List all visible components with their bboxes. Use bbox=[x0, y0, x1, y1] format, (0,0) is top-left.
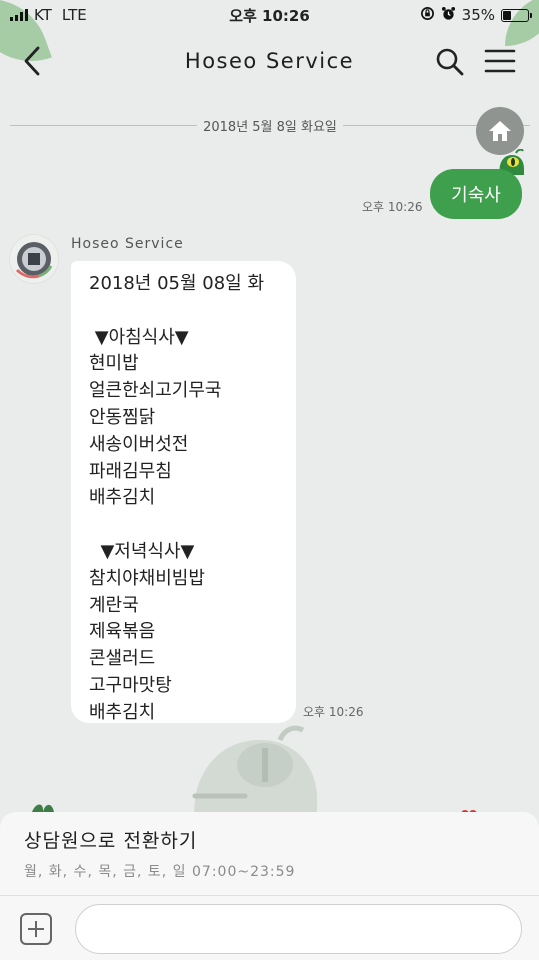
home-button[interactable] bbox=[476, 107, 524, 155]
home-icon bbox=[489, 121, 511, 141]
bubble-line: 현미밥 bbox=[89, 353, 139, 375]
bot-avatar[interactable] bbox=[9, 234, 59, 284]
date-divider-label: 2018년 5월 8일 화요일 bbox=[203, 119, 337, 135]
search-button[interactable] bbox=[434, 46, 466, 78]
add-attachment-button[interactable] bbox=[20, 913, 52, 945]
message-input-bar bbox=[0, 895, 539, 960]
alarm-icon bbox=[441, 6, 456, 25]
status-left: KT LTE bbox=[10, 6, 87, 24]
my-message-time: 오후 10:26 bbox=[362, 200, 423, 214]
message-input[interactable] bbox=[75, 904, 522, 954]
bubble-line bbox=[89, 512, 278, 539]
bot-message-bubble: 2018년 05월 08일 화 ▼아침식사▼ 현미밥 얼큰한쇠고기무국 안동찜닭… bbox=[71, 261, 296, 723]
divider-line bbox=[10, 124, 198, 126]
bubble-line: 안동찜닭 bbox=[89, 406, 156, 428]
bubble-line: 참치야채비빔밥 bbox=[89, 567, 205, 589]
battery-fill bbox=[503, 10, 512, 20]
background-mascot-icon bbox=[192, 725, 317, 820]
chat-title: Hoseo Service bbox=[184, 49, 355, 73]
bubble-line: ▼저녁식사▼ bbox=[89, 540, 195, 562]
status-right: 35% bbox=[420, 6, 532, 25]
chevron-left-icon bbox=[24, 46, 40, 76]
bubble-line: ▼아침식사▼ bbox=[89, 326, 189, 348]
my-message-bubble: 기숙사 bbox=[430, 169, 522, 219]
battery-percent: 35% bbox=[461, 6, 495, 24]
date-divider: 2018년 5월 8일 화요일 bbox=[10, 115, 531, 135]
switch-to-agent-label: 상담원으로 전환하기 bbox=[24, 830, 198, 852]
bot-message-time: 오후 10:26 bbox=[303, 705, 364, 719]
menu-button[interactable] bbox=[484, 47, 516, 75]
search-icon bbox=[436, 48, 464, 76]
network-label: LTE bbox=[61, 6, 87, 24]
back-button[interactable] bbox=[18, 44, 48, 78]
carrier-label: KT bbox=[34, 6, 52, 24]
hamburger-icon bbox=[484, 49, 516, 73]
bubble-line: 배추김치 bbox=[89, 487, 156, 509]
signal-icon bbox=[10, 9, 28, 21]
bubble-line: 계란국 bbox=[89, 594, 139, 616]
rotation-lock-icon bbox=[420, 6, 435, 25]
bubble-line bbox=[89, 298, 278, 325]
chat-header: Hoseo Service bbox=[0, 30, 539, 92]
bubble-line: 고구마맛탕 bbox=[89, 674, 172, 696]
agent-hours: 월, 화, 수, 목, 금, 토, 일 07:00~23:59 bbox=[24, 864, 296, 880]
bubble-line: 파래김무침 bbox=[89, 460, 172, 482]
bubble-line: 제육볶음 bbox=[89, 621, 156, 643]
bot-name: Hoseo Service bbox=[71, 236, 184, 252]
bubble-line: 2018년 05월 08일 화 bbox=[89, 273, 265, 294]
status-bar: KT LTE 오후 10:26 35% bbox=[0, 0, 539, 30]
switch-to-agent-panel[interactable]: 상담원으로 전환하기 월, 화, 수, 목, 금, 토, 일 07:00~23:… bbox=[0, 812, 539, 895]
university-emblem-icon bbox=[10, 235, 58, 283]
bubble-line: 얼큰한쇠고기무국 bbox=[89, 380, 222, 402]
bubble-line: 새송이버섯전 bbox=[89, 433, 189, 455]
battery-icon bbox=[501, 8, 532, 22]
bubble-line: 콘샐러드 bbox=[89, 648, 156, 670]
